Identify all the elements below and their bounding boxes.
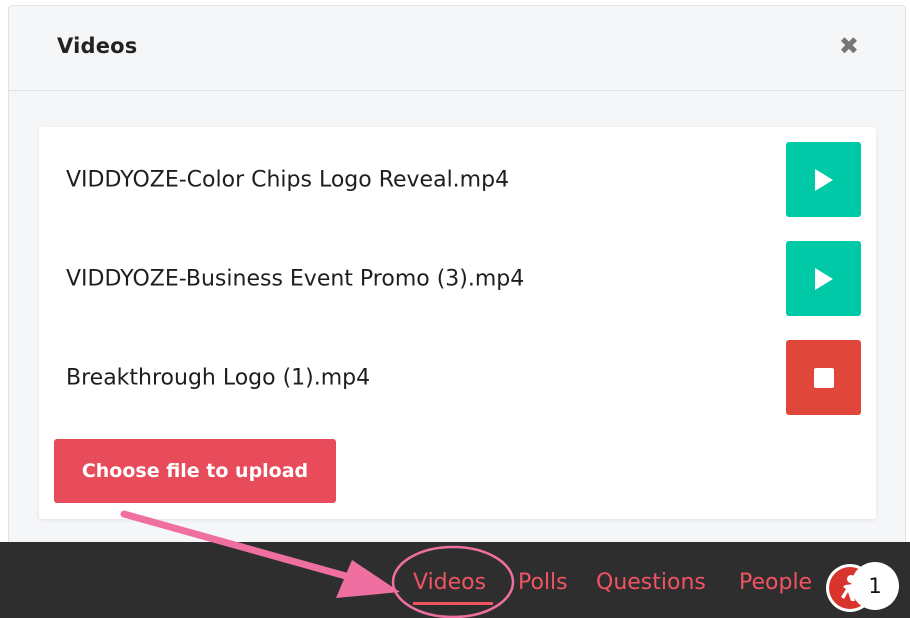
active-tab-indicator [413, 602, 493, 605]
play-button[interactable] [786, 241, 861, 316]
video-name: VIDDYOZE-Color Chips Logo Reveal.mp4 [66, 167, 510, 193]
participant-count-badge: 1 [851, 562, 899, 610]
nav-tab-questions[interactable]: Questions [596, 570, 706, 595]
play-icon [814, 168, 833, 191]
stop-icon [813, 367, 834, 388]
video-name: VIDDYOZE-Business Event Promo (3).mp4 [66, 266, 525, 292]
stop-button[interactable] [786, 340, 861, 415]
play-button[interactable] [786, 142, 861, 217]
bottom-nav-bar: Videos Polls Questions People 1 [0, 542, 910, 618]
modal-header: Videos ✖ [9, 6, 905, 91]
video-list-item: VIDDYOZE-Business Event Promo (3).mp4 [39, 241, 876, 317]
close-icon[interactable]: ✖ [839, 34, 859, 58]
modal-title: Videos [57, 34, 138, 58]
videos-modal: Videos ✖ VIDDYOZE-Color Chips Logo Revea… [8, 5, 906, 545]
video-list-item: VIDDYOZE-Color Chips Logo Reveal.mp4 [39, 142, 876, 218]
nav-tab-videos[interactable]: Videos [413, 570, 486, 595]
choose-file-upload-button[interactable]: Choose file to upload [54, 439, 336, 503]
video-list-item: Breakthrough Logo (1).mp4 [39, 340, 876, 416]
video-list-card: VIDDYOZE-Color Chips Logo Reveal.mp4 VID… [39, 127, 876, 519]
nav-tab-people[interactable]: People [739, 570, 812, 595]
nav-tab-polls[interactable]: Polls [518, 570, 568, 595]
video-name: Breakthrough Logo (1).mp4 [66, 365, 371, 391]
play-icon [814, 267, 833, 290]
